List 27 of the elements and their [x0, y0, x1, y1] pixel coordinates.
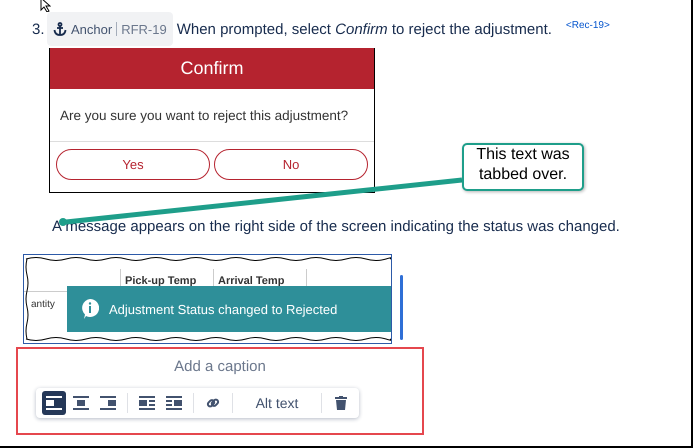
dialog-title: Confirm	[50, 48, 374, 89]
wrap-left-icon	[138, 396, 155, 410]
link-icon	[206, 396, 220, 410]
resize-handle[interactable]	[400, 275, 403, 340]
dialog-button[interactable]: Yes	[56, 149, 210, 180]
paragraph: A message appears on the right side of the screen indicating the status was changed.	[52, 218, 621, 235]
anchor-label: Anchor	[71, 22, 112, 36]
list-number: 3.	[32, 20, 46, 38]
anchor-icon	[53, 22, 67, 36]
align-right-icon	[100, 396, 116, 410]
align-left-icon	[46, 396, 62, 410]
align-left-button[interactable]	[42, 391, 66, 415]
dialog-button[interactable]: No	[214, 149, 368, 180]
info-icon	[81, 299, 99, 319]
anchor-tag[interactable]: Anchor RFR-19	[47, 12, 173, 46]
table-cell: antity	[31, 299, 55, 310]
callout-text: This text was tabbed over.	[462, 143, 584, 191]
alt-text-button[interactable]: Alt text	[240, 391, 314, 415]
toast-message: Adjustment Status changed to Rejected	[109, 302, 338, 316]
step-text: When prompted, select Confirm to reject the adjustment.	[176, 20, 552, 38]
reference-link[interactable]: <Rec-19>	[566, 20, 610, 31]
dialog-message: Are you sure you want to reject this adjustment?	[50, 89, 374, 142]
caption-field[interactable]: Add a caption	[118, 357, 322, 376]
anchor-id: RFR-19	[121, 22, 167, 36]
align-center-icon	[72, 396, 89, 410]
trash-icon	[335, 396, 348, 410]
wrap-right-icon	[166, 396, 182, 410]
